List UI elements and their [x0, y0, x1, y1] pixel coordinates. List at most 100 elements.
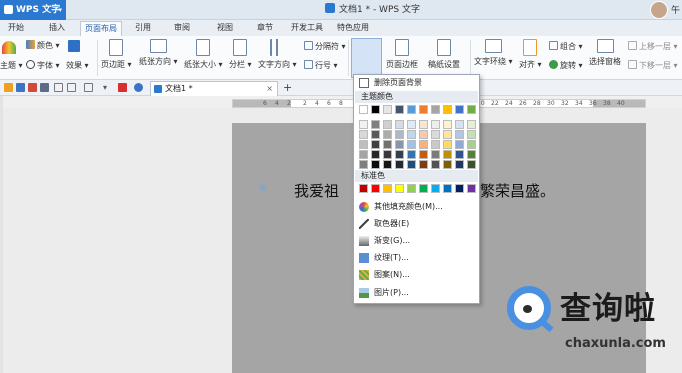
theme-shade-swatch[interactable]	[359, 150, 368, 159]
standard-color-swatch[interactable]	[395, 184, 404, 193]
eyedropper-item[interactable]: 取色器(E)	[354, 216, 479, 232]
tab-developer[interactable]: 开发工具	[287, 21, 327, 36]
remove-background-item[interactable]: 删除页面背景	[354, 75, 479, 91]
theme-color-swatch[interactable]	[395, 105, 404, 114]
standard-color-swatch[interactable]	[443, 184, 452, 193]
theme-shade-swatch[interactable]	[419, 120, 428, 129]
standard-color-swatch[interactable]	[455, 184, 464, 193]
theme-color-swatch[interactable]	[407, 105, 416, 114]
wps-cloud-icon[interactable]	[118, 83, 127, 92]
orientation-button[interactable]: 纸张方向 ▾	[139, 39, 178, 67]
standard-color-swatch[interactable]	[371, 184, 380, 193]
fonts-button[interactable]: 字体 ▾	[26, 60, 60, 72]
texture-item[interactable]: 纹理(T)...	[354, 250, 479, 266]
tab-special-apps[interactable]: 特色应用	[333, 21, 373, 36]
theme-shade-swatch[interactable]	[431, 130, 440, 139]
redo-icon[interactable]	[67, 83, 76, 92]
pattern-item[interactable]: 图案(N)...	[354, 267, 479, 283]
text-wrap-button[interactable]: 文字环绕 ▾	[474, 39, 513, 67]
theme-shade-swatch[interactable]	[443, 150, 452, 159]
tab-insert[interactable]: 插入	[45, 21, 69, 36]
theme-shade-swatch[interactable]	[371, 140, 380, 149]
more-icon[interactable]	[84, 83, 93, 92]
print-preview-icon[interactable]	[40, 83, 49, 92]
theme-shade-swatch[interactable]	[371, 160, 380, 169]
standard-color-swatch[interactable]	[419, 184, 428, 193]
bring-forward-button[interactable]: 上移一层 ▾	[628, 41, 678, 53]
document-text-right[interactable]: 繁荣昌盛。	[480, 180, 555, 201]
theme-shade-swatch[interactable]	[467, 120, 476, 129]
rotate-button[interactable]: 旋转 ▾	[549, 60, 583, 72]
theme-shade-swatch[interactable]	[431, 140, 440, 149]
theme-shade-swatch[interactable]	[395, 120, 404, 129]
line-numbers-button[interactable]: 行号 ▾	[304, 60, 338, 72]
standard-color-swatch[interactable]	[359, 184, 368, 193]
margins-button[interactable]: 页边距 ▾	[101, 39, 132, 70]
theme-shade-swatch[interactable]	[395, 140, 404, 149]
theme-shade-swatch[interactable]	[359, 160, 368, 169]
theme-shade-swatch[interactable]	[467, 150, 476, 159]
theme-button[interactable]	[2, 41, 18, 57]
theme-shade-swatch[interactable]	[467, 160, 476, 169]
tab-home[interactable]: 开始	[4, 21, 28, 36]
theme-shade-swatch[interactable]	[443, 130, 452, 139]
open-icon[interactable]	[4, 83, 13, 92]
group-button[interactable]: 组合 ▾	[549, 41, 583, 53]
theme-shade-swatch[interactable]	[455, 140, 464, 149]
text-direction-button[interactable]: 文字方向 ▾	[258, 39, 297, 70]
theme-shade-swatch[interactable]	[431, 150, 440, 159]
standard-color-swatch[interactable]	[407, 184, 416, 193]
theme-shade-swatch[interactable]	[395, 160, 404, 169]
page-border-button[interactable]: 页面边框	[386, 39, 418, 70]
gradient-item[interactable]: 渐变(G)...	[354, 233, 479, 249]
tab-review[interactable]: 审阅	[170, 21, 194, 36]
theme-shade-swatch[interactable]	[371, 130, 380, 139]
theme-shade-swatch[interactable]	[419, 160, 428, 169]
theme-shade-swatch[interactable]	[455, 150, 464, 159]
theme-shade-swatch[interactable]	[371, 150, 380, 159]
undo-icon[interactable]	[54, 83, 63, 92]
manuscript-settings-button[interactable]: 稿纸设置	[428, 39, 460, 70]
effects-icon-button[interactable]	[68, 40, 82, 55]
add-tab-button[interactable]: +	[283, 80, 292, 96]
tab-references[interactable]: 引用	[131, 21, 155, 36]
theme-shade-swatch[interactable]	[467, 140, 476, 149]
theme-shade-swatch[interactable]	[443, 140, 452, 149]
document-text-left[interactable]: 我爱祖	[294, 180, 339, 201]
theme-color-swatch[interactable]	[443, 105, 452, 114]
avatar[interactable]	[650, 1, 668, 19]
theme-shade-swatch[interactable]	[407, 120, 416, 129]
theme-shade-swatch[interactable]	[359, 120, 368, 129]
theme-color-swatch[interactable]	[431, 105, 440, 114]
theme-shade-swatch[interactable]	[419, 140, 428, 149]
standard-color-swatch[interactable]	[431, 184, 440, 193]
tab-view[interactable]: 视图	[213, 21, 237, 36]
colors-button[interactable]: 颜色 ▾	[26, 40, 60, 52]
selection-pane-button[interactable]: 选择窗格	[589, 39, 621, 67]
theme-shade-swatch[interactable]	[395, 150, 404, 159]
theme-shade-swatch[interactable]	[419, 130, 428, 139]
theme-shade-swatch[interactable]	[383, 160, 392, 169]
theme-color-swatch[interactable]	[383, 105, 392, 114]
theme-shade-swatch[interactable]	[407, 130, 416, 139]
theme-shade-swatch[interactable]	[383, 150, 392, 159]
send-backward-button[interactable]: 下移一层 ▾	[628, 60, 678, 72]
theme-shade-swatch[interactable]	[407, 160, 416, 169]
theme-shade-swatch[interactable]	[407, 140, 416, 149]
separator-button[interactable]: 分隔符 ▾	[304, 41, 346, 53]
theme-shade-swatch[interactable]	[383, 120, 392, 129]
theme-color-swatch[interactable]	[371, 105, 380, 114]
standard-color-swatch[interactable]	[383, 184, 392, 193]
theme-color-swatch[interactable]	[467, 105, 476, 114]
theme-shade-swatch[interactable]	[431, 160, 440, 169]
picture-item[interactable]: 图片(P)...	[354, 285, 479, 301]
theme-color-swatch[interactable]	[419, 105, 428, 114]
theme-shade-swatch[interactable]	[443, 120, 452, 129]
more-fill-colors-item[interactable]: 其他填充颜色(M)...	[354, 199, 479, 215]
theme-shade-swatch[interactable]	[395, 130, 404, 139]
columns-button[interactable]: 分栏 ▾	[229, 39, 252, 70]
print-icon[interactable]	[28, 83, 37, 92]
standard-color-swatch[interactable]	[467, 184, 476, 193]
theme-shade-swatch[interactable]	[359, 140, 368, 149]
theme-shade-swatch[interactable]	[419, 150, 428, 159]
